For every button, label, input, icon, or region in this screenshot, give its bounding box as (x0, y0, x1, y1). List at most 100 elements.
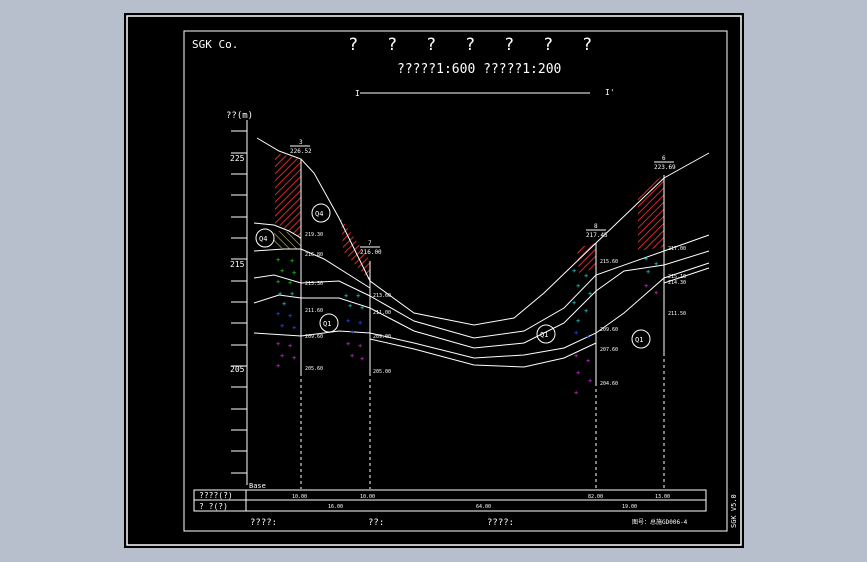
svg-text:+: + (360, 355, 364, 363)
layer-mark: Q4 (311, 203, 331, 223)
svg-text:+: + (644, 255, 648, 263)
company-label: SGK Co. (192, 38, 238, 51)
svg-text:+: + (280, 322, 284, 330)
axis-ticks (231, 130, 247, 474)
svg-text:+: + (348, 302, 352, 310)
footer-row2-value: 19.00 (622, 504, 637, 510)
borehole-id: 3 (299, 139, 303, 146)
footer-row1-value: 13.00 (655, 494, 670, 500)
layer-depth: 214.30 (668, 280, 686, 286)
layer-depth: 205.00 (373, 369, 391, 375)
footer-row2-label: ? ?(?) (199, 502, 228, 511)
layer-depth: 211.00 (373, 310, 391, 316)
inner-frame (183, 30, 728, 532)
drawing-sheet: SGK Co. ? ? ? ? ? ? ? ?????1:600 ?????1:… (124, 13, 744, 548)
bottom-label: ????: (250, 518, 277, 528)
svg-text:+: + (278, 290, 282, 298)
svg-text:+: + (586, 333, 590, 341)
fill-soil-hatch (638, 175, 664, 251)
svg-text:+: + (292, 269, 296, 277)
layer-depth: 219.30 (305, 232, 323, 238)
svg-text:+: + (288, 312, 292, 320)
svg-text:+: + (288, 279, 292, 287)
svg-text:+: + (586, 357, 590, 365)
svg-text:+: + (282, 300, 286, 308)
svg-text:Q1: Q1 (540, 331, 548, 339)
svg-text:+: + (588, 377, 592, 385)
svg-text:+: + (292, 324, 296, 332)
layer-depth: 213.60 (373, 293, 391, 299)
svg-text:+: + (346, 340, 350, 348)
footer-row1-value: 10.00 (292, 494, 307, 500)
svg-text:+: + (276, 310, 280, 318)
borehole-id: 7 (368, 240, 372, 247)
svg-text:+: + (358, 342, 362, 350)
svg-text:+: + (360, 304, 364, 312)
layer-mark: Q4 (255, 228, 275, 248)
svg-text:+: + (572, 299, 576, 307)
geological-profile-drawing: SGK Co. ? ? ? ? ? ? ? ?????1:600 ?????1:… (126, 15, 742, 546)
svg-text:+: + (654, 289, 658, 297)
footer-row2-value: 16.00 (328, 504, 343, 510)
svg-text:+: + (576, 282, 580, 290)
svg-text:+: + (276, 256, 280, 264)
svg-text:+: + (574, 329, 578, 337)
title-glyph: ? (504, 35, 514, 55)
footer-row1-value: 10.00 (360, 494, 375, 500)
borehole-elevation: 217.45 (586, 232, 608, 239)
borehole-elevation: 226.52 (290, 148, 312, 155)
layer-depth: 211.60 (305, 308, 323, 314)
svg-text:+: + (280, 267, 284, 275)
axis-tick-label: 205 (230, 365, 245, 374)
title-glyph: ? (426, 35, 436, 55)
title-glyph: ? (582, 35, 592, 55)
svg-text:+: + (654, 260, 658, 268)
svg-text:+: + (574, 352, 578, 360)
svg-text:Q1: Q1 (635, 336, 643, 344)
layer-depth: 209.60 (600, 327, 618, 333)
borehole-elevation: 216.00 (360, 249, 382, 256)
svg-text:+: + (350, 328, 354, 336)
borehole-id: 6 (662, 155, 666, 162)
svg-text:+: + (276, 362, 280, 370)
rock-symbols-magenta: + ++ +++ ++ + +++ +++ + (276, 282, 658, 397)
layer-depth: 216.80 (305, 252, 323, 258)
profile-mark-left: I (355, 89, 360, 98)
layer-depth: 204.60 (600, 381, 618, 387)
svg-text:+: + (572, 267, 576, 275)
layer-depth: 215.60 (600, 259, 618, 265)
title-glyph: ? (387, 35, 397, 55)
layer-depth: 207.60 (600, 347, 618, 353)
svg-text:+: + (280, 352, 284, 360)
svg-text:+: + (290, 290, 294, 298)
svg-text:+: + (574, 389, 578, 397)
borehole-dashed-lines (300, 353, 665, 489)
layer-depth: 213.30 (305, 281, 323, 287)
scale-text: ?????1:600 ?????1:200 (397, 62, 561, 77)
layer-mark: Q1 (631, 329, 651, 349)
svg-text:+: + (276, 340, 280, 348)
axis-tick-label: 225 (230, 154, 245, 163)
footer-row1-value: 82.00 (588, 494, 603, 500)
svg-text:+: + (350, 352, 354, 360)
axis-tick-label: 215 (230, 260, 245, 269)
layer-mark: Q1 (536, 324, 556, 344)
layer-depth: 209.60 (305, 334, 323, 340)
title-glyph: ? (543, 35, 553, 55)
layer-depth: 211.50 (668, 311, 686, 317)
svg-text:+: + (288, 342, 292, 350)
footer-row1-label: ????(?) (199, 491, 233, 500)
svg-text:+: + (344, 292, 348, 300)
svg-text:+: + (576, 369, 580, 377)
svg-text:+: + (346, 317, 350, 325)
axis-label: ??(m) (226, 111, 253, 121)
drawing-number: 图号：总施GD006-4 (632, 518, 688, 526)
software-version-label: SGK V5.0 (730, 494, 738, 528)
base-label: Base (249, 482, 266, 490)
profile-mark-right: I' (605, 88, 615, 97)
svg-text:+: + (584, 272, 588, 280)
layer-mark: Q1 (319, 313, 339, 333)
title-glyph: ? (348, 35, 358, 55)
svg-text:+: + (356, 292, 360, 300)
layer-depth: 205.60 (305, 366, 323, 372)
